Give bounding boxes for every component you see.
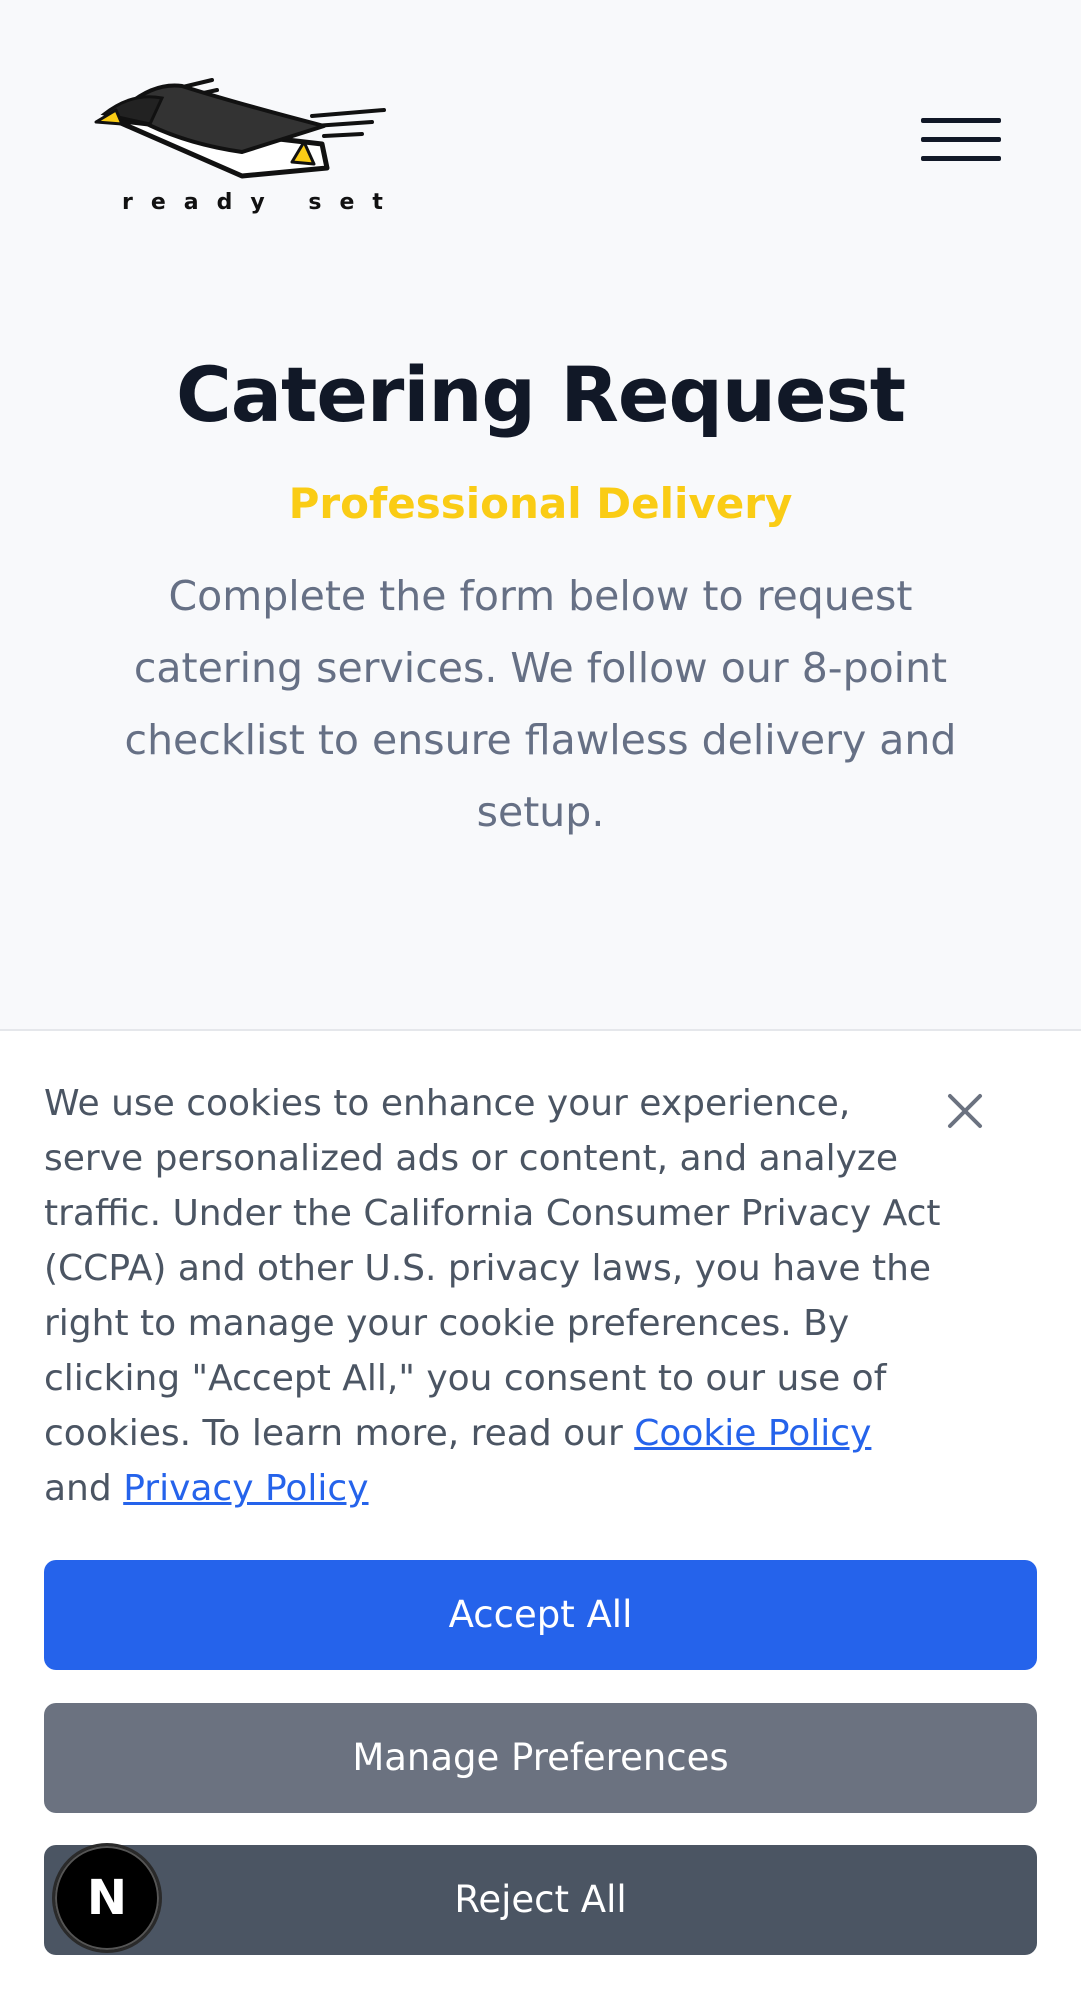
ready-set-logo[interactable]: ready set <box>92 72 392 222</box>
cookie-and-text: and <box>44 1468 112 1509</box>
page-title: Catering Request <box>175 350 906 439</box>
privacy-policy-link[interactable]: Privacy Policy <box>123 1468 368 1509</box>
cookie-message-text: We use cookies to enhance your experienc… <box>44 1083 941 1454</box>
manage-preferences-button[interactable]: Manage Preferences <box>44 1703 1037 1813</box>
close-banner-button[interactable] <box>940 1086 990 1136</box>
nextjs-dev-badge[interactable]: N <box>52 1843 162 1953</box>
hamburger-menu-button[interactable] <box>918 113 1004 173</box>
site-header: ready set <box>0 0 1081 260</box>
accept-all-button[interactable]: Accept All <box>44 1560 1037 1670</box>
logo-text: ready set <box>122 190 401 215</box>
bird-logo-icon <box>94 78 386 179</box>
cookie-consent-banner: We use cookies to enhance your experienc… <box>0 1029 1081 2001</box>
cookie-policy-link[interactable]: Cookie Policy <box>634 1413 871 1454</box>
hamburger-menu-icon <box>921 118 1001 123</box>
cookie-message: We use cookies to enhance your experienc… <box>44 1076 944 1516</box>
intro-text: Complete the form below to request cater… <box>124 572 957 836</box>
hero-section: Catering Request Professional Delivery C… <box>0 340 1081 848</box>
reject-all-button[interactable]: Reject All <box>44 1845 1037 1955</box>
page-subtitle: Professional Delivery <box>288 479 793 528</box>
close-icon <box>948 1094 982 1128</box>
